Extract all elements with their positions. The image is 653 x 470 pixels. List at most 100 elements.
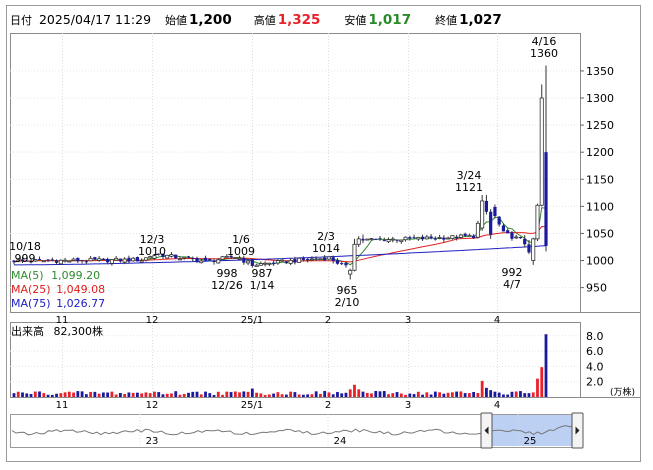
volume-bar (493, 391, 497, 397)
volume-bar (25, 393, 29, 397)
candle-body-down (306, 258, 310, 261)
volume-bar (114, 394, 118, 397)
annotation-date: 4/7 (503, 278, 521, 291)
month-tick-label: 2 (325, 315, 331, 326)
candle-body-up (199, 260, 204, 264)
volume-bar (480, 380, 484, 397)
candle-body-down (455, 236, 459, 239)
volume-bar (433, 391, 437, 397)
candle-body-up (275, 260, 280, 264)
volume-bar (365, 392, 369, 397)
volume-bar (331, 394, 335, 397)
volume-bar (136, 392, 139, 397)
volume-bar (170, 393, 173, 397)
volume-bar (510, 391, 514, 397)
volume-tick-label: 8.0 (586, 330, 604, 343)
candle-body-down (242, 258, 246, 263)
volume-bar (429, 394, 433, 397)
month-tick-label: 3 (405, 400, 411, 411)
volume-bar (55, 393, 58, 397)
ma5-legend: MA(5) 1,099.20 (11, 269, 100, 282)
volume-bar (293, 392, 297, 397)
candle-body-up (71, 258, 76, 261)
candle-body-down (378, 238, 382, 240)
volume-value: 82,300株 (53, 325, 104, 338)
volume-bar (336, 392, 339, 397)
candle-body-down (323, 257, 327, 261)
volume-bar (450, 392, 454, 397)
volume-bar (187, 392, 190, 397)
candle-body-up (109, 259, 114, 264)
candle-body-down (527, 244, 531, 253)
candle-body-up (386, 239, 391, 243)
volume-bar (144, 392, 148, 397)
annotation-value: 1009 (227, 245, 255, 258)
volume-bar (131, 392, 135, 397)
volume-bar (255, 392, 258, 397)
candle-body-up (390, 238, 395, 241)
volume-bar (370, 393, 373, 397)
volume-bar (204, 391, 207, 397)
volume-bar (446, 392, 450, 397)
ma75-label: MA(75) (11, 297, 51, 310)
volume-bar (250, 388, 254, 397)
volume-bar (506, 394, 510, 397)
volume-bar (38, 391, 41, 397)
candle-body-down (54, 260, 59, 263)
volume-bar (67, 391, 71, 397)
price-tick-label: 1050 (586, 227, 614, 240)
ma25-label: MA(25) (11, 283, 51, 296)
navigator-right-handle[interactable] (571, 412, 584, 449)
candle-body-down (314, 258, 318, 260)
volume-bar (544, 334, 548, 397)
price-tick-label: 1250 (586, 119, 614, 132)
navigator-year-label: 25 (524, 436, 537, 447)
candle-body-up (297, 257, 302, 263)
volume-bar (33, 391, 37, 397)
volume-bar (323, 390, 327, 397)
volume-bar (208, 393, 212, 397)
month-tick-label: 25/1 (241, 315, 263, 326)
volume-tick-label: 6.0 (586, 345, 604, 358)
candle-body-up (424, 236, 429, 240)
volume-bar (21, 392, 24, 397)
candle-body-up (369, 238, 374, 241)
candle-body-up (480, 200, 485, 229)
candle-body-up (539, 97, 544, 206)
volume-bar (442, 393, 446, 397)
candle-body-down (510, 232, 514, 239)
candle-body-up (58, 259, 63, 265)
volume-bar (519, 391, 522, 397)
candle-body-down (250, 259, 254, 266)
candle-body-up (114, 257, 119, 261)
price-tick-label: 1150 (586, 173, 614, 186)
candle-body-up (122, 258, 127, 263)
candle-body-up (237, 257, 242, 260)
volume-bar (382, 391, 386, 397)
candle-body-up (535, 204, 540, 240)
ma25-line (13, 225, 547, 263)
candle-body-up (458, 234, 463, 238)
candle-body-up (437, 237, 442, 239)
volume-bar (276, 392, 280, 397)
price-tick-label: 1350 (586, 65, 614, 78)
navigator-year-label: 24 (334, 436, 347, 447)
volume-bar (97, 393, 101, 397)
navigator-left-handle[interactable] (480, 412, 493, 449)
price-tick-label: 1200 (586, 146, 614, 159)
month-tick-label: 3 (405, 315, 411, 326)
volume-bar (182, 393, 186, 397)
volume-bar (340, 393, 344, 397)
month-tick-label: 4 (494, 400, 500, 411)
volume-bar (284, 394, 288, 397)
candle-body-up (88, 257, 93, 262)
candle-body-up (177, 258, 182, 261)
ma5-label: MA(5) (11, 269, 44, 282)
candle-body-down (518, 237, 523, 239)
annotation-date: 2/10 (335, 296, 360, 309)
candle-body-up (416, 236, 421, 240)
volume-bar (310, 394, 314, 397)
candle-body-down (186, 256, 191, 258)
volume-bar (148, 393, 152, 397)
volume-bar (123, 393, 127, 397)
